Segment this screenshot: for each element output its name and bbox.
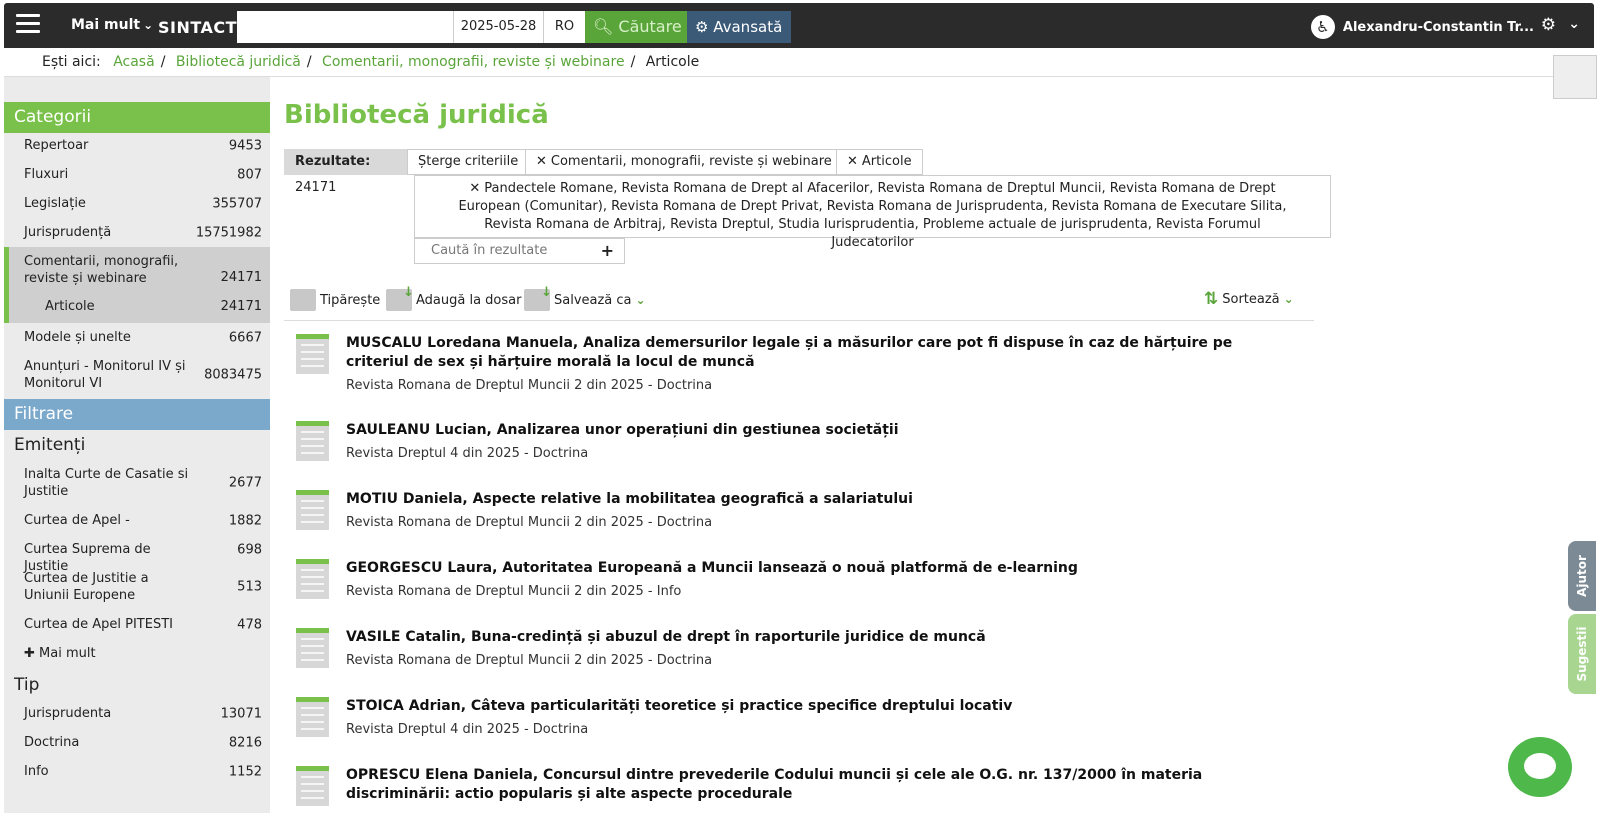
breadcrumb-current: Articole bbox=[645, 54, 700, 70]
save-as-button[interactable]: ↓ Salvează ca ⌄ bbox=[524, 285, 646, 311]
gear-icon[interactable]: ⚙ bbox=[1541, 15, 1556, 35]
user-menu[interactable]: ♿︎ Alexandru-Constantin Tr... bbox=[1310, 15, 1534, 39]
filter-tip[interactable]: Jurisprudenta 13071 bbox=[4, 705, 270, 722]
close-icon[interactable]: ✕ bbox=[469, 181, 480, 196]
result-source: Revista Romana de Dreptul Muncii 2 din 2… bbox=[346, 584, 682, 599]
document-icon bbox=[296, 334, 329, 374]
emitenti-heading: Emitenți bbox=[14, 435, 86, 455]
sidebar: Categorii Repertoar 9453 Fluxuri 807 Legis… bbox=[4, 77, 270, 813]
document-icon bbox=[296, 490, 329, 530]
sort-icon: ⇅ bbox=[1204, 289, 1219, 309]
category-comentarii[interactable]: Comentarii, monografii, reviste și webin… bbox=[4, 247, 270, 323]
results-toolbar: Tipărește ↓ Adaugă la dosar ↓ Salvează ca ⌄… bbox=[284, 283, 1314, 321]
folder-add-icon: ↓ bbox=[386, 285, 414, 311]
printer-icon bbox=[290, 289, 316, 311]
result-source: Revista Romana de Dreptul Muncii 2 din 2… bbox=[346, 515, 713, 530]
search-button-label: Căutare bbox=[618, 17, 682, 36]
plus-icon: ✚ bbox=[24, 646, 35, 661]
result-title[interactable]: STOICA Adrian, Câteva particularități te… bbox=[346, 697, 1286, 716]
page-title: Bibliotecă juridică bbox=[284, 100, 549, 130]
top-bar: Mai mult ⌄ SINTACT 2025-05-28 RO 🔍︎ Căuta… bbox=[4, 3, 1594, 48]
document-icon bbox=[296, 766, 329, 806]
category-repertoar[interactable]: Repertoar 9453 bbox=[4, 137, 270, 154]
more-emitenti-link[interactable]: ✚ Mai mult bbox=[4, 645, 270, 662]
search-input[interactable] bbox=[237, 11, 453, 43]
gears-icon: ⚙ bbox=[695, 18, 709, 36]
filter-emitent[interactable]: Curtea Suprema de Justitie 698 bbox=[4, 541, 270, 574]
chevron-down-icon: ⌄ bbox=[635, 293, 646, 307]
close-icon[interactable]: ✕ bbox=[536, 154, 547, 169]
result-title[interactable]: MOTIU Daniela, Aspecte relative la mobil… bbox=[346, 490, 1286, 509]
sort-button[interactable]: ⇅ Sortează ⌄ bbox=[1204, 289, 1294, 309]
plus-icon[interactable]: + bbox=[601, 239, 614, 263]
tip-heading: Tip bbox=[14, 675, 40, 695]
document-icon bbox=[296, 421, 329, 461]
category-anunturi[interactable]: Anunțuri - Monitorul IV și Monitorul VI 8… bbox=[4, 358, 270, 392]
breadcrumb-home[interactable]: Acasă bbox=[113, 54, 154, 70]
language-selector[interactable]: RO bbox=[543, 11, 585, 43]
category-articole-label[interactable]: Articole bbox=[45, 299, 95, 314]
result-title[interactable]: MUSCALU Loredana Manuela, Analiza demers… bbox=[346, 334, 1286, 372]
filter-tip[interactable]: Doctrina 8216 bbox=[4, 734, 270, 751]
filter-tip[interactable]: Info 1152 bbox=[4, 763, 270, 780]
category-modele[interactable]: Modele și unelte 6667 bbox=[4, 329, 270, 346]
filter-emitent[interactable]: Curtea de Apel PITESTI 478 bbox=[4, 616, 270, 633]
chip-journals[interactable]: ✕ Pandectele Romane, Revista Romana de Dr… bbox=[414, 175, 1331, 250]
search-icon: 🔍︎ bbox=[593, 17, 614, 36]
result-source: Revista Dreptul 4 din 2025 - Doctrina bbox=[346, 446, 589, 461]
results-count: Rezultate: 24171 bbox=[284, 149, 407, 195]
advanced-button-label: Avansată bbox=[713, 18, 783, 36]
breadcrumb-prefix: Ești aici: bbox=[42, 54, 101, 70]
search-button[interactable]: 🔍︎ Căutare bbox=[585, 11, 687, 43]
save-icon: ↓ bbox=[524, 285, 552, 311]
category-legislatie[interactable]: Legislație 355707 bbox=[4, 195, 270, 212]
result-source: Revista Romana de Dreptul Muncii 2 din 2… bbox=[346, 378, 713, 393]
document-icon bbox=[296, 628, 329, 668]
folder-download-icon[interactable] bbox=[1553, 55, 1597, 99]
chip-comments[interactable]: ✕ Comentarii, monografii, reviste și webi… bbox=[525, 149, 843, 175]
more-menu[interactable]: Mai mult ⌄ bbox=[71, 17, 153, 33]
date-field[interactable]: 2025-05-28 bbox=[453, 11, 543, 43]
filter-header: Filtrare bbox=[4, 399, 270, 430]
category-jurisprudenta[interactable]: Jurisprudență 15751982 bbox=[4, 224, 270, 241]
document-icon bbox=[296, 559, 329, 599]
more-label: Mai mult bbox=[71, 17, 141, 33]
result-source: Revista Romana de Dreptul Muncii 2 din 2… bbox=[346, 653, 713, 668]
document-icon bbox=[296, 697, 329, 737]
result-title[interactable]: OPRESCU Elena Daniela, Concursul dintre … bbox=[346, 766, 1286, 804]
accessibility-icon[interactable]: ♿︎ bbox=[1310, 15, 1335, 39]
breadcrumb-comments[interactable]: Comentarii, monografii, reviste și webin… bbox=[322, 54, 625, 70]
brand-logo: SINTACT bbox=[158, 18, 238, 37]
chevron-down-icon[interactable]: ⌄ bbox=[1568, 16, 1580, 32]
result-title[interactable]: SAULEANU Lucian, Analizarea unor operați… bbox=[346, 421, 1286, 440]
breadcrumb: Ești aici: Acasă / Bibliotecă juridică / C… bbox=[42, 54, 700, 70]
category-articole-count: 24171 bbox=[220, 299, 262, 314]
categories-header: Categorii bbox=[4, 102, 270, 133]
close-icon[interactable]: ✕ bbox=[847, 154, 858, 169]
breadcrumb-library[interactable]: Bibliotecă juridică bbox=[176, 54, 301, 70]
print-button[interactable]: Tipărește bbox=[290, 289, 380, 311]
filter-emitent[interactable]: Inalta Curte de Casatie si Justitie 2677 bbox=[4, 466, 270, 500]
chevron-down-icon: ⌄ bbox=[1283, 292, 1294, 306]
suggestions-tab[interactable]: Sugestii bbox=[1568, 614, 1596, 694]
clear-criteria-button[interactable]: Șterge criteriile bbox=[407, 149, 530, 175]
result-source: Revista Dreptul 4 din 2025 - Doctrina bbox=[346, 722, 589, 737]
category-fluxuri[interactable]: Fluxuri 807 bbox=[4, 166, 270, 183]
result-title[interactable]: GEORGESCU Laura, Autoritatea Europeană a… bbox=[346, 559, 1286, 578]
result-title[interactable]: VASILE Catalin, Buna-credință și abuzul … bbox=[346, 628, 1286, 647]
chat-bubble-icon[interactable] bbox=[1508, 737, 1572, 797]
menu-icon[interactable] bbox=[16, 14, 40, 34]
advanced-search-button[interactable]: ⚙ Avansată bbox=[687, 11, 791, 43]
help-tab[interactable]: Ajutor bbox=[1568, 541, 1596, 611]
filter-emitent[interactable]: Curtea de Apel -1882 bbox=[4, 512, 270, 529]
add-to-folder-button[interactable]: ↓ Adaugă la dosar bbox=[386, 285, 521, 311]
search-in-results[interactable]: Caută în rezultate + bbox=[414, 238, 625, 264]
filter-emitent[interactable]: Curtea de Justitie a Uniunii Europene 513 bbox=[4, 570, 270, 604]
user-name: Alexandru-Constantin Tr... bbox=[1342, 19, 1534, 35]
chip-articles[interactable]: ✕ Articole bbox=[836, 149, 923, 175]
chevron-down-icon: ⌄ bbox=[143, 18, 154, 32]
